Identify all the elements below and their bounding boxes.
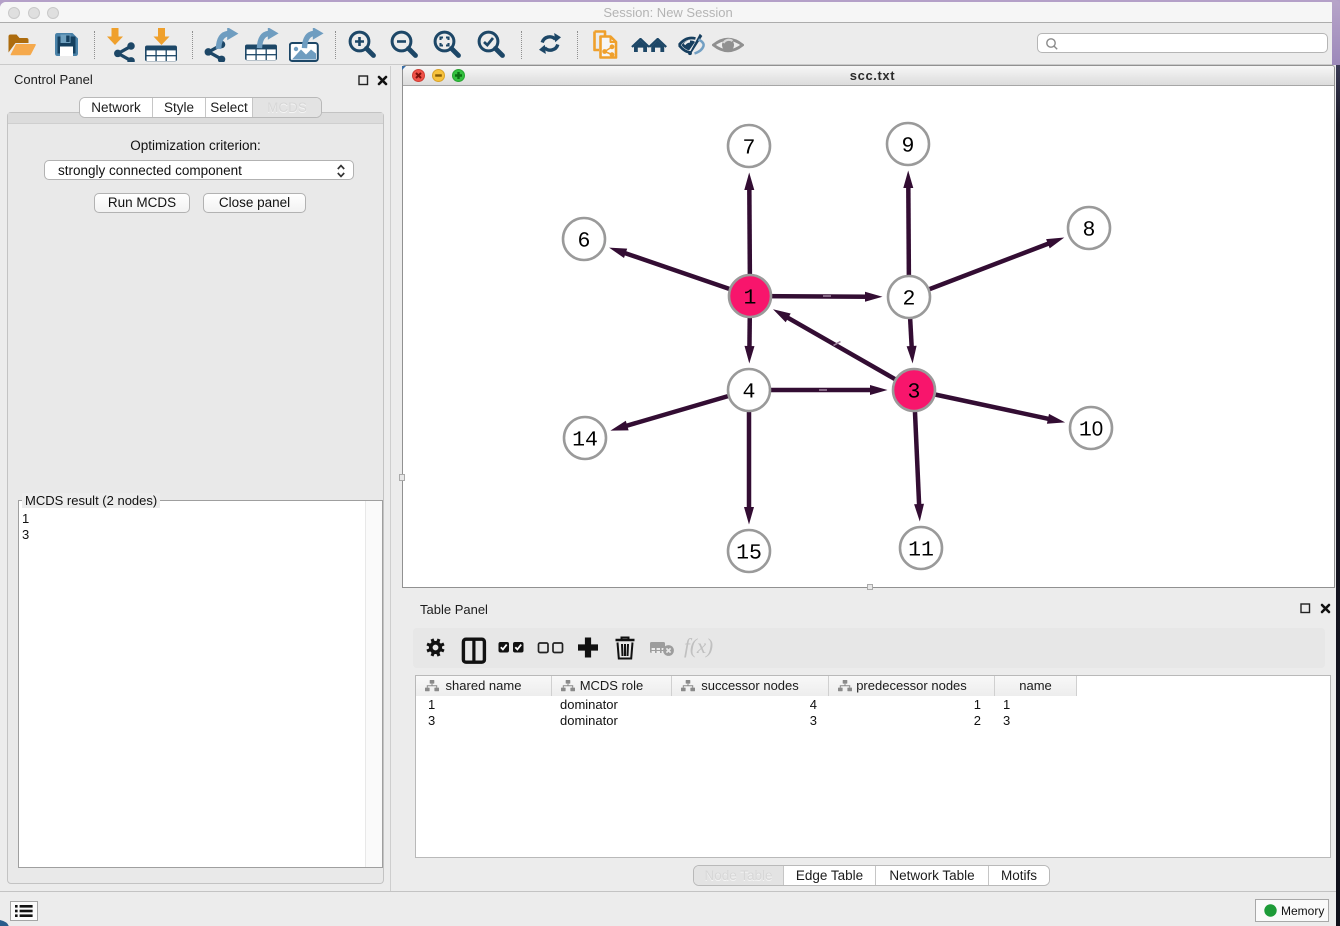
svg-text:10: 10 [1079, 417, 1103, 442]
svg-text:1: 1 [744, 286, 757, 310]
svg-text:14: 14 [572, 428, 598, 452]
svg-text:15: 15 [736, 541, 762, 565]
svg-text:2: 2 [903, 287, 916, 311]
svg-text:7: 7 [743, 136, 756, 160]
svg-text:3: 3 [908, 380, 921, 404]
svg-text:9: 9 [902, 134, 915, 158]
svg-text:f(x): f(x) [684, 634, 713, 658]
svg-text:8: 8 [1083, 218, 1096, 242]
svg-text:11: 11 [908, 538, 934, 562]
svg-text:6: 6 [578, 229, 591, 253]
svg-text:4: 4 [743, 380, 756, 404]
